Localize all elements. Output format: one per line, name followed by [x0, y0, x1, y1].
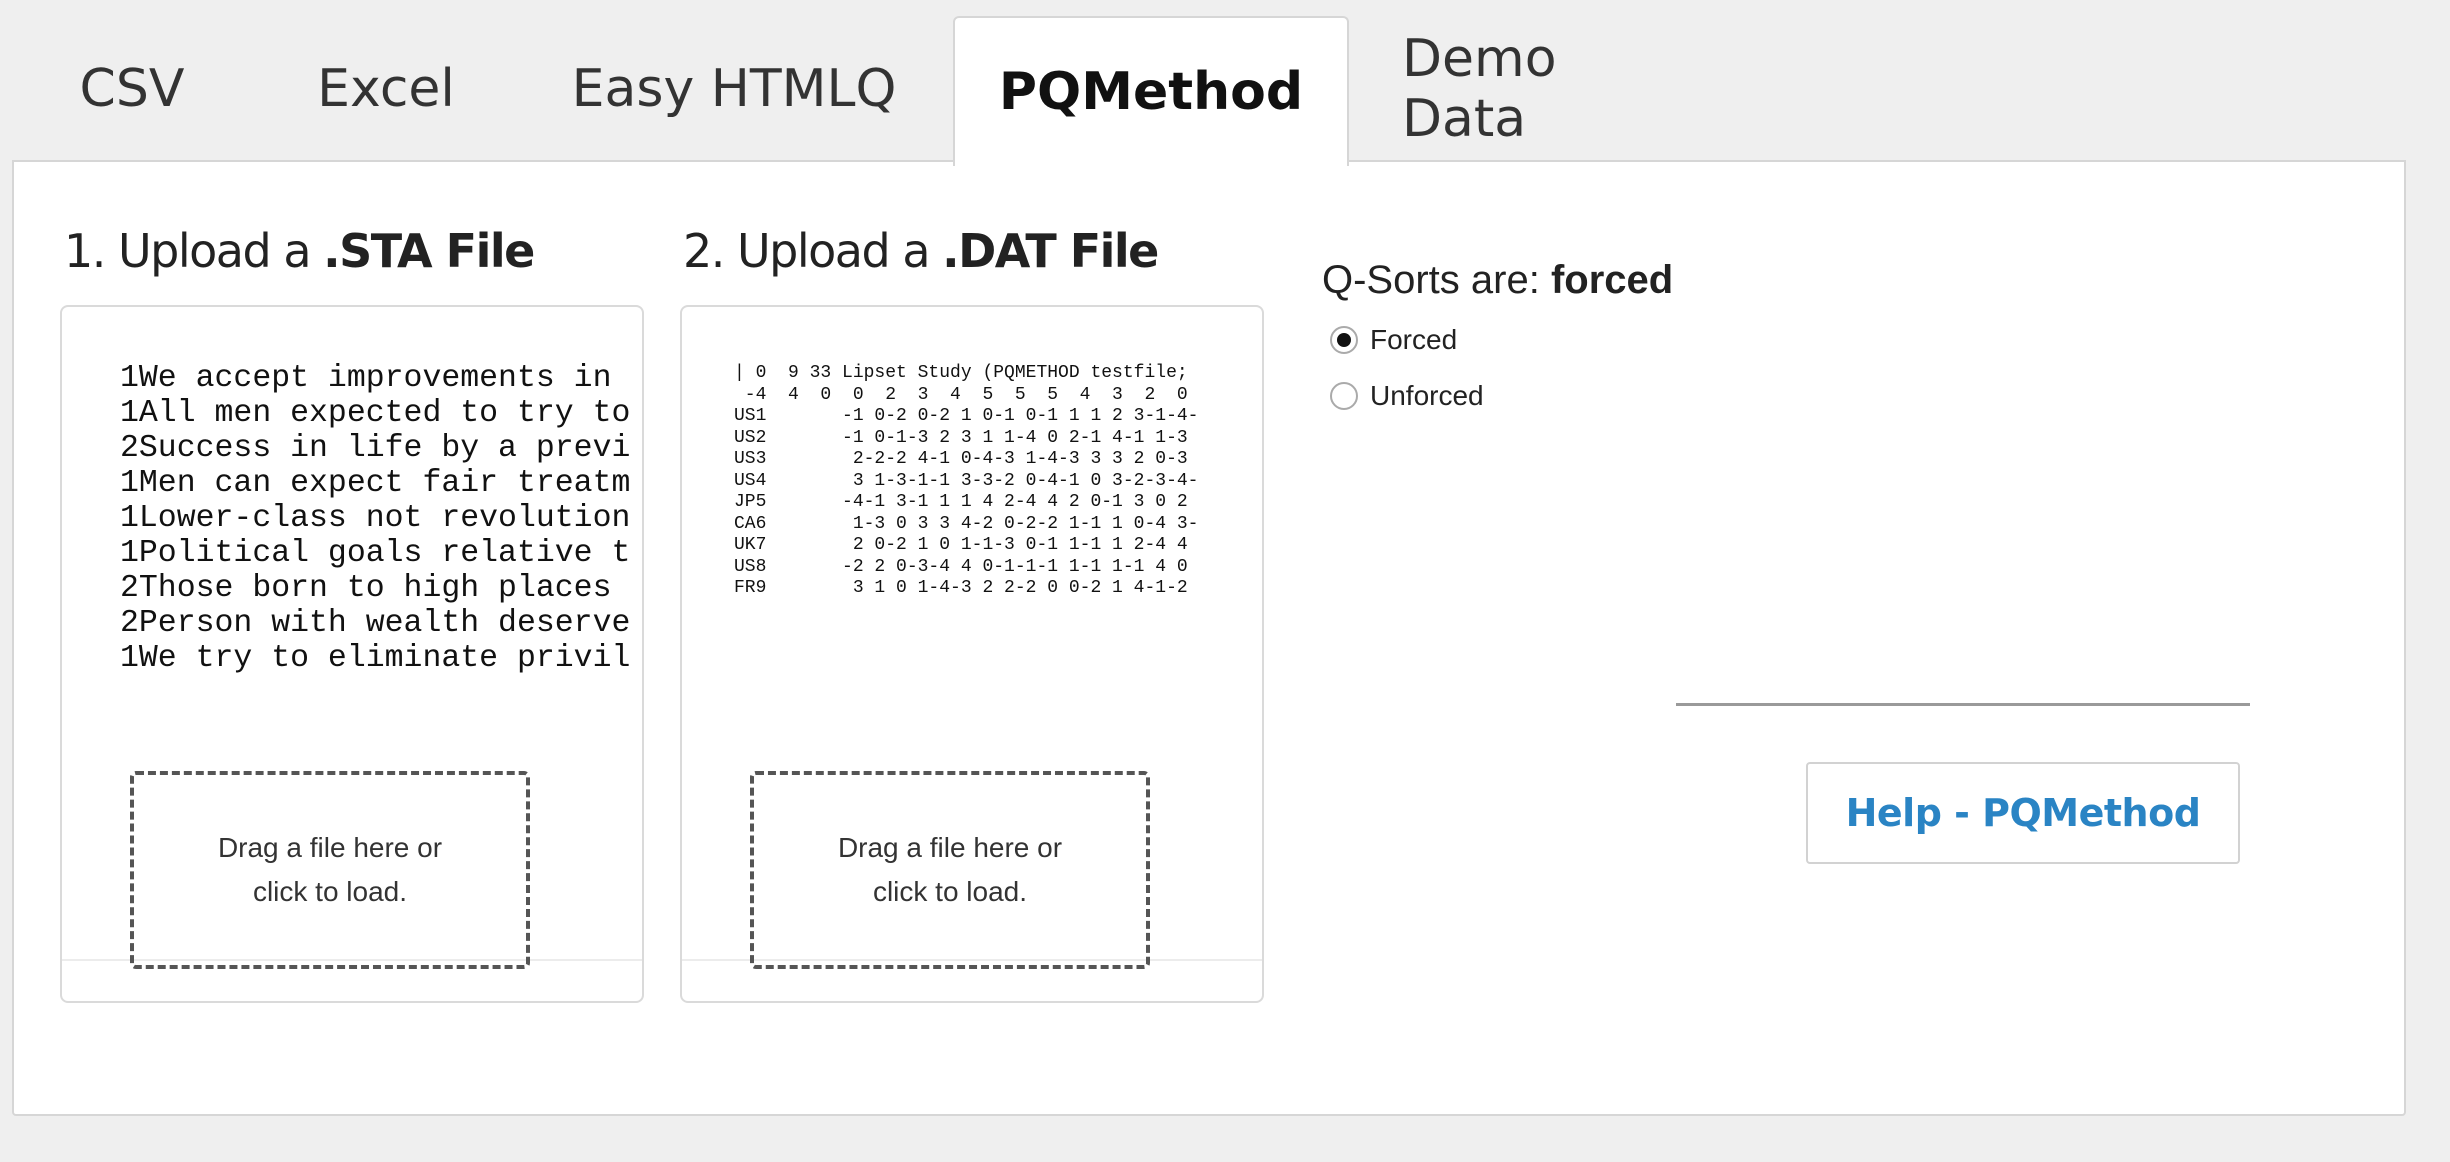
dat-preview-line: | 0 9 33 Lipset Study (PQMETHOD testfile…: [734, 363, 1188, 383]
qsorts-current-value: forced: [1550, 258, 1674, 302]
sta-preview-line: 1Lower-class not revolution: [120, 501, 631, 536]
sta-dropzone-text: Drag a file here or click to load.: [218, 826, 442, 914]
dat-dropzone-text: Drag a file here or click to load.: [838, 826, 1062, 914]
dat-preview-line: JP5 -4-1 3-1 1 1 4 2-4 4 2 0-1 3 0 2: [734, 492, 1188, 512]
radio-label-unforced: Unforced: [1370, 380, 1484, 411]
dropzone-line-1: Drag a file here or: [837, 832, 1063, 863]
radio-selected-dot: [1337, 333, 1351, 347]
dat-file-preview: | 0 9 33 Lipset Study (PQMETHOD testfile…: [734, 363, 1254, 683]
sta-preview-line: 2Person with wealth deserve: [120, 606, 631, 641]
tab-bar: CSV Excel Easy HTMLQ PQMethod Demo Data: [0, 0, 2450, 166]
help-pqmethod-button[interactable]: Help - PQMethod: [1806, 762, 2240, 864]
sta-upload-card: 1We accept improvements in 1All men expec…: [60, 305, 644, 1003]
sta-preview-line: 1We accept improvements in: [120, 361, 612, 396]
dat-upload-card: | 0 9 33 Lipset Study (PQMETHOD testfile…: [680, 305, 1264, 1003]
radio-button-forced[interactable]: [1330, 326, 1358, 354]
dat-preview-line: US4 3 1-3-1-1 3-3-2 0-4-1 0 3-2-3-4-: [734, 470, 1199, 491]
sta-title-filetype: .STA File: [323, 224, 535, 278]
tab-pqmethod[interactable]: PQMethod: [953, 16, 1349, 166]
sta-preview-line: 1Men can expect fair treatm: [120, 466, 631, 501]
dat-upload-title: 2. Upload a .DAT File: [683, 224, 1159, 278]
dat-preview-line: US8 -2 2 0-3-4 4 0-1-1-1 1-1 1-1 4 0: [734, 556, 1188, 577]
sta-preview-line: 1We try to eliminate privil: [120, 641, 631, 676]
divider-line: [1676, 703, 2250, 706]
sta-upload-title: 1. Upload a .STA File: [64, 224, 535, 278]
dat-preview-line: CA6 1-3 0 3 3 4-2 0-2-2 1-1 1 0-4 3-: [734, 513, 1199, 534]
dat-preview-line: FR9 3 1 0 1-4-3 2 2-2 0 0-2 1 4-1-2: [734, 578, 1188, 598]
sta-file-preview: 1We accept improvements in 1All men expec…: [120, 361, 634, 681]
tab-excel[interactable]: Excel: [286, 16, 486, 162]
dat-preview-line: -4 4 0 0 2 3 4 5 5 5 4 3 2 0: [734, 384, 1188, 405]
radio-forced[interactable]: Forced: [1330, 324, 1457, 356]
sta-title-prefix: 1. Upload a: [64, 224, 324, 278]
radio-button-unforced[interactable]: [1330, 382, 1358, 410]
dropzone-line-2: click to load.: [252, 876, 408, 907]
sta-preview-line: 1Political goals relative t: [120, 536, 631, 571]
qsorts-heading: Q-Sorts are: forced: [1322, 258, 1673, 303]
dropzone-line-1: Drag a file here or: [217, 832, 443, 863]
dat-title-filetype: .DAT File: [942, 224, 1159, 278]
sta-preview-line: 1All men expected to try to: [120, 396, 631, 431]
radio-label-forced: Forced: [1370, 324, 1458, 355]
dat-preview-line: UK7 2 0-2 1 0 1-1-3 0-1 1-1 1 2-4 4: [734, 535, 1188, 555]
dat-preview-line: US3 2-2-2 4-1 0-4-3 1-4-3 3 3 2 0-3: [734, 449, 1188, 469]
dat-preview-line: US1 -1 0-2 0-2 1 0-1 0-1 1 1 2 3-1-4-: [734, 406, 1199, 426]
sta-dropzone[interactable]: Drag a file here or click to load.: [130, 771, 530, 969]
radio-unforced[interactable]: Unforced: [1330, 380, 1484, 412]
sta-preview-line: 2Success in life by a previ: [120, 431, 631, 466]
dat-dropzone[interactable]: Drag a file here or click to load.: [750, 771, 1150, 969]
qsorts-label-prefix: Q-Sorts are:: [1322, 258, 1551, 302]
dropzone-line-2: click to load.: [872, 876, 1028, 907]
tab-demo-data[interactable]: Demo Data: [1402, 16, 1688, 162]
tab-easy-htmlq[interactable]: Easy HTMLQ: [560, 16, 908, 162]
tab-csv[interactable]: CSV: [44, 16, 220, 162]
dat-title-prefix: 2. Upload a: [683, 224, 943, 278]
dat-preview-line: US2 -1 0-1-3 2 3 1 1-4 0 2-1 4-1 1-3: [734, 427, 1188, 448]
sta-preview-line: 2Those born to high places: [120, 571, 612, 606]
